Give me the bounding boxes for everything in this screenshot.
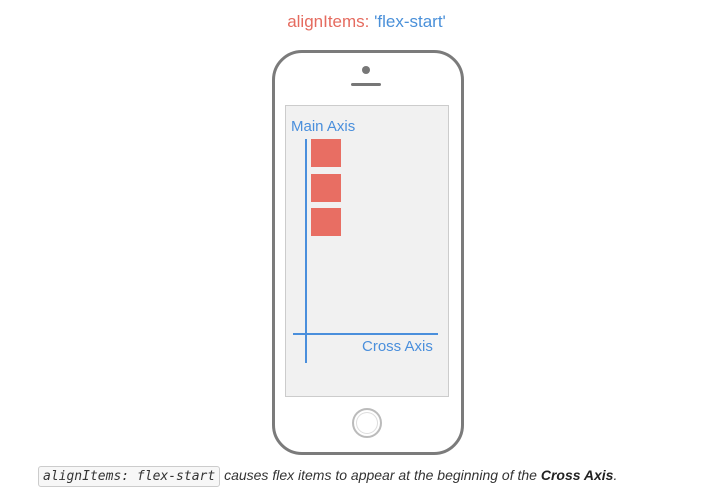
flex-item-2	[311, 174, 341, 202]
cross-axis-line	[293, 333, 438, 335]
caption-text: causes flex items to appear at the begin…	[224, 467, 537, 483]
main-axis-line	[305, 139, 307, 363]
home-button-icon	[352, 408, 382, 438]
diagram-title: alignItems: 'flex-start'	[0, 12, 703, 32]
cross-axis-label: Cross Axis	[362, 338, 433, 355]
title-key: alignItems:	[287, 12, 370, 31]
caption-code: alignItems: flex-start	[38, 466, 221, 487]
flex-item-3	[311, 208, 341, 236]
caption-emphasis: Cross Axis	[540, 467, 614, 483]
main-axis-label: Main Axis	[291, 118, 356, 135]
title-value: 'flex-start'	[374, 12, 446, 31]
camera-icon	[362, 66, 370, 74]
speaker-icon	[351, 83, 381, 86]
flex-item-1	[311, 139, 341, 167]
caption-end: .	[613, 467, 618, 483]
caption: alignItems: flex-start causes flex items…	[38, 466, 618, 487]
